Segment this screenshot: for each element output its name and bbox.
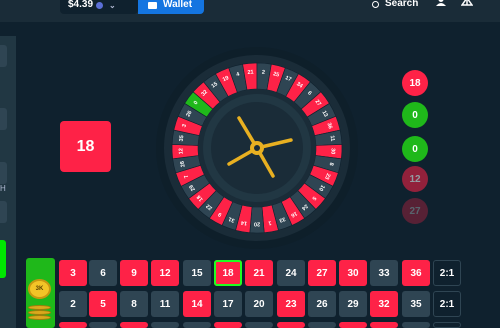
- wallet-button[interactable]: Wallet: [138, 0, 204, 14]
- board-number-cell[interactable]: 9: [120, 260, 148, 286]
- history-item: 0: [402, 102, 428, 128]
- history-item: 12: [402, 166, 428, 192]
- last-result-tile: 18: [60, 121, 111, 172]
- notifications-icon[interactable]: [461, 0, 473, 6]
- board-number-cell[interactable]: [120, 322, 148, 328]
- board-number-cell[interactable]: 35: [402, 291, 430, 317]
- sidebar-label: H: [0, 184, 6, 193]
- search-label: Search: [385, 0, 419, 9]
- board-number-cell[interactable]: 36: [402, 260, 430, 286]
- board-number-cell[interactable]: [370, 322, 398, 328]
- board-number-cell[interactable]: 18: [214, 260, 242, 286]
- history-item: 0: [402, 136, 428, 162]
- bet-amount-field[interactable]: [0, 45, 7, 67]
- board-number-cell[interactable]: 24: [277, 260, 305, 286]
- board-number-cell[interactable]: 32: [370, 291, 398, 317]
- sidebar-field[interactable]: [0, 162, 7, 184]
- board-number-cell[interactable]: 15: [183, 260, 211, 286]
- board-number-cell[interactable]: [277, 322, 305, 328]
- chip-icon[interactable]: 3K: [28, 279, 51, 299]
- chip-stack: [28, 315, 51, 320]
- pocket-number: 30: [329, 148, 335, 154]
- board-number-cell[interactable]: [245, 322, 273, 328]
- pocket-number: 20: [254, 221, 260, 227]
- pocket-number: 21: [247, 69, 254, 75]
- pocket-number: 2: [262, 70, 266, 76]
- history-item: 18: [402, 70, 428, 96]
- board-number-cell[interactable]: [151, 322, 179, 328]
- board-number-cell[interactable]: 23: [277, 291, 305, 317]
- board-number-cell[interactable]: 3: [59, 260, 87, 286]
- search-icon: [372, 1, 379, 8]
- board-number-cell[interactable]: [402, 322, 430, 328]
- board-number-cell[interactable]: 2: [59, 291, 87, 317]
- board-number-cell[interactable]: 33: [370, 260, 398, 286]
- sidebar-field[interactable]: [0, 108, 7, 130]
- wallet-label: Wallet: [163, 0, 193, 10]
- last-result-number: 18: [76, 137, 95, 155]
- board-number-cell[interactable]: 21: [245, 260, 273, 286]
- board-number-cell[interactable]: [339, 322, 367, 328]
- history-item: 27: [402, 198, 428, 224]
- board-number-cell[interactable]: 5: [89, 291, 117, 317]
- board-number-cell[interactable]: [89, 322, 117, 328]
- balance-amount: $4.39: [68, 0, 94, 10]
- roulette-wheel: 03215194 21 2 25173462713361130823105241633…: [156, 47, 358, 249]
- wallet-icon: [148, 2, 157, 9]
- top-bar: $4.39 ⌄ Wallet Search: [0, 0, 500, 22]
- column-bet-cell[interactable]: 2:1: [433, 260, 461, 286]
- board-number-cell[interactable]: 20: [245, 291, 273, 317]
- board-number-cell[interactable]: [214, 322, 242, 328]
- sidebar-field[interactable]: [0, 201, 7, 223]
- board-number-cell[interactable]: [433, 322, 461, 328]
- board-number-cell[interactable]: [59, 322, 87, 328]
- currency-icon: [96, 2, 104, 9]
- pocket-number: 28: [180, 160, 187, 167]
- search-button[interactable]: Search: [372, 0, 418, 12]
- board-number-cell[interactable]: 17: [214, 291, 242, 317]
- column-bet-cell[interactable]: 2:1: [433, 291, 461, 317]
- pocket-number: 11: [329, 135, 336, 142]
- bet-sidebar: H: [0, 36, 16, 328]
- board-number-cell[interactable]: 12: [151, 260, 179, 286]
- board-number-cell[interactable]: [308, 322, 336, 328]
- board-number-cell[interactable]: [183, 322, 211, 328]
- chevron-down-icon: ⌄: [109, 1, 116, 10]
- board-number-cell[interactable]: 26: [308, 291, 336, 317]
- board-number-cell[interactable]: 30: [339, 260, 367, 286]
- board-number-cell[interactable]: 29: [339, 291, 367, 317]
- board-number-cell[interactable]: 11: [151, 291, 179, 317]
- board-number-cell[interactable]: 14: [183, 291, 211, 317]
- pocket-number: 35: [179, 135, 186, 142]
- pocket-number: 12: [178, 148, 184, 154]
- chip-label: 3K: [35, 286, 44, 292]
- board-number-cell[interactable]: 27: [308, 260, 336, 286]
- board-number-cell[interactable]: 6: [89, 260, 117, 286]
- balance-display[interactable]: $4.39 ⌄: [60, 0, 138, 14]
- bet-button[interactable]: [0, 240, 6, 278]
- user-icon[interactable]: [436, 0, 446, 6]
- turret-hole: [254, 145, 260, 151]
- board-number-cell[interactable]: 8: [120, 291, 148, 317]
